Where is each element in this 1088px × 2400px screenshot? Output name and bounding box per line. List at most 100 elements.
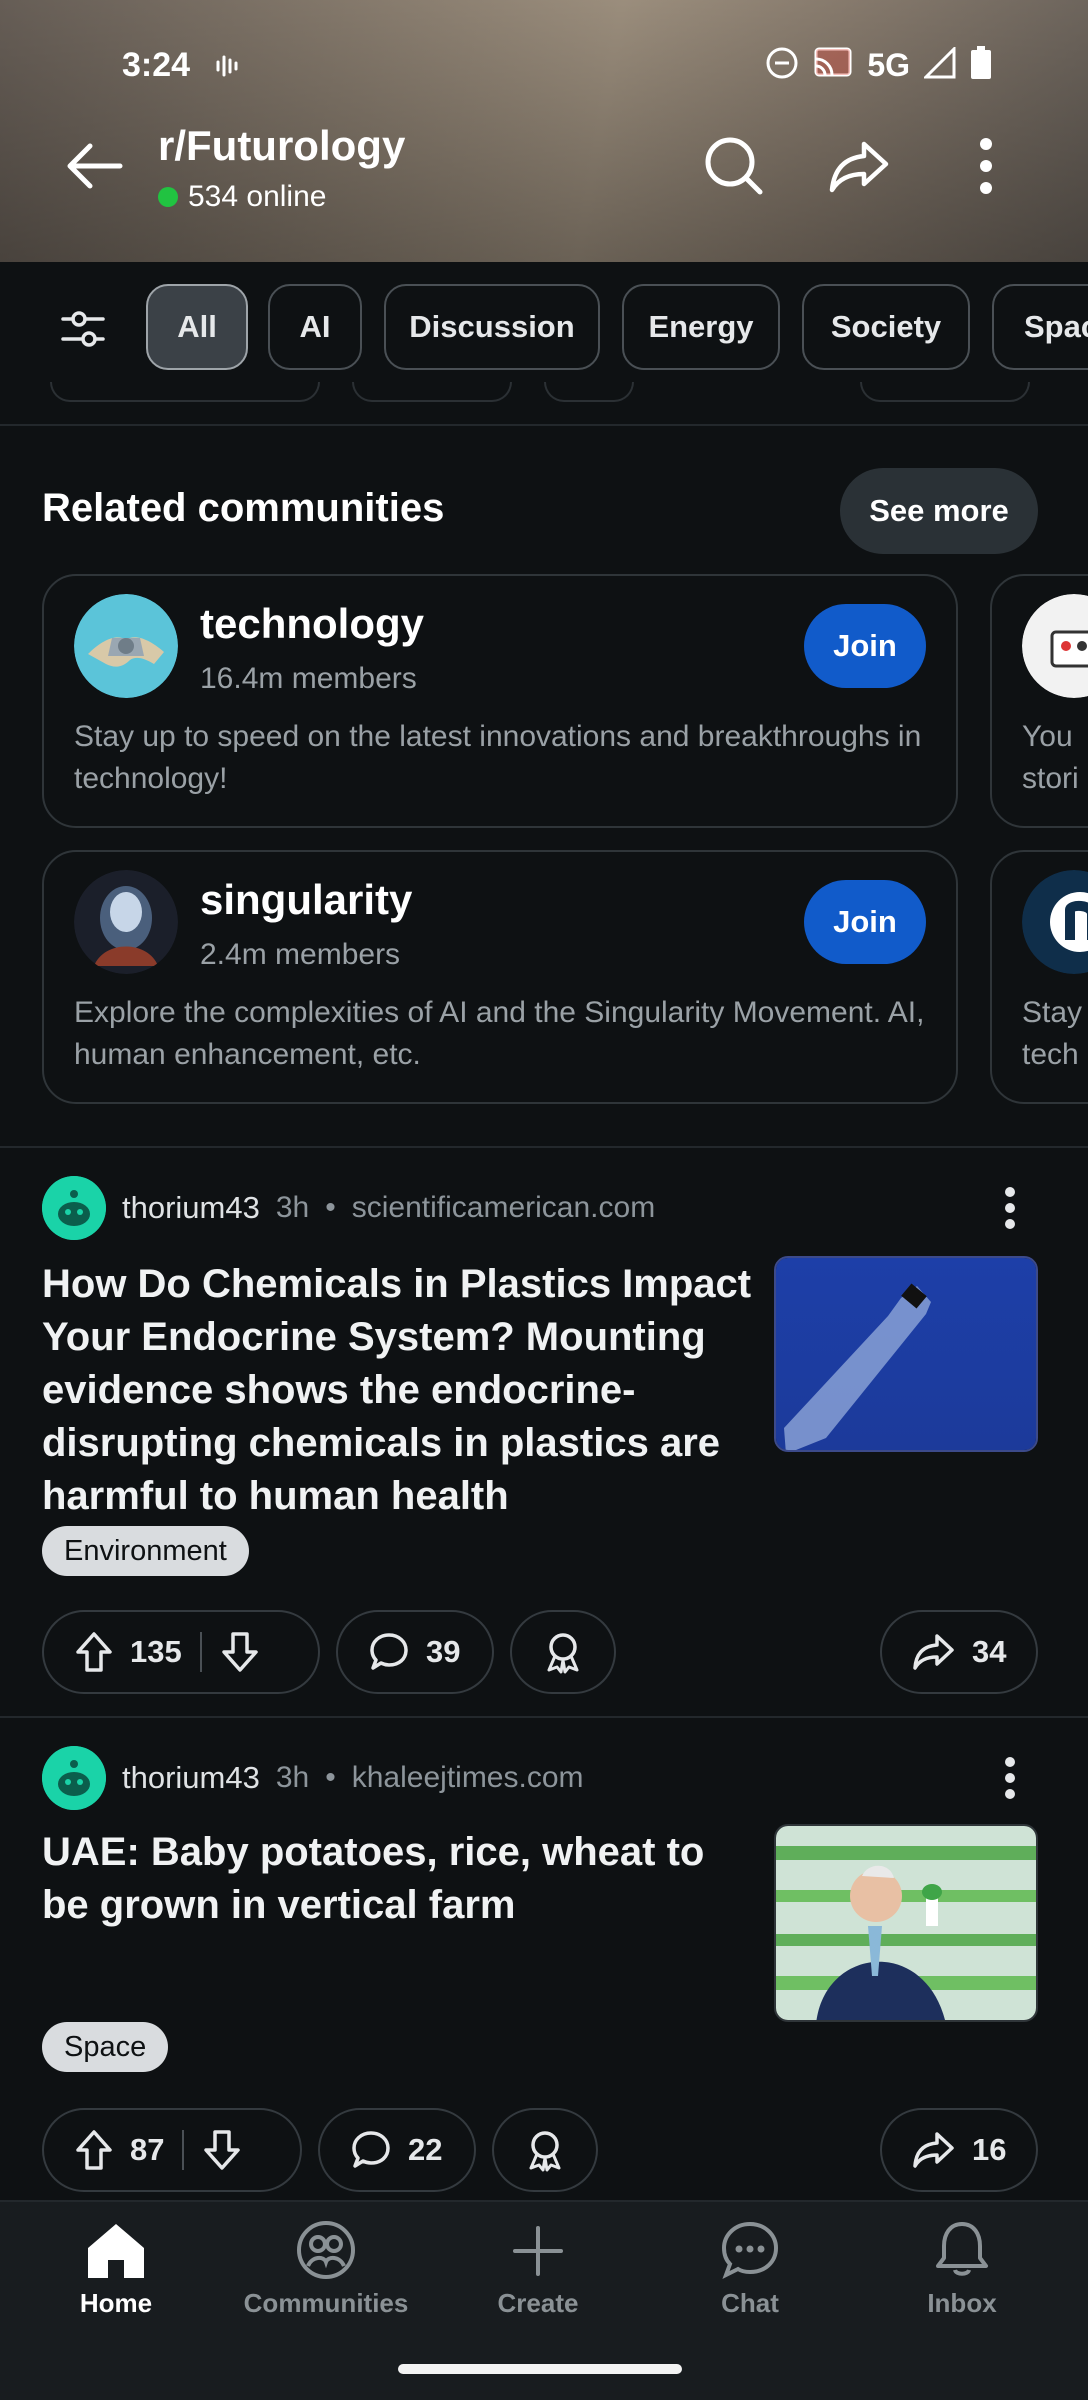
vote-count: 135 <box>130 1634 182 1669</box>
overflow-menu-button[interactable] <box>948 128 1024 204</box>
comments-button[interactable]: 39 <box>336 1610 494 1694</box>
status-bar: 3:24 5G <box>0 40 1088 96</box>
user-avatar[interactable] <box>42 1176 106 1240</box>
vote-pill: 135 <box>42 1610 320 1694</box>
comment-icon <box>370 1633 408 1670</box>
share-post-button[interactable]: 34 <box>880 1610 1038 1694</box>
share-count: 34 <box>972 1634 1007 1669</box>
downvote-button[interactable] <box>220 1630 260 1674</box>
see-more-button[interactable]: See more <box>840 468 1038 554</box>
share-icon <box>829 141 889 193</box>
peek-avatar <box>1022 870 1088 974</box>
community-card-peek[interactable]: You stori <box>990 574 1088 828</box>
flair-chip-discussion[interactable]: Discussion <box>384 284 600 370</box>
post-domain[interactable]: scientificamerican.com <box>352 1191 655 1225</box>
vote-count: 87 <box>130 2132 165 2167</box>
share-button[interactable] <box>822 128 898 204</box>
upvote-icon <box>76 2130 112 2170</box>
filter-sliders-icon <box>61 311 105 347</box>
cast-icon <box>813 46 853 85</box>
community-name: singularity <box>200 876 413 923</box>
more-vertical-icon <box>980 138 992 194</box>
post-flair[interactable]: Environment <box>42 1526 249 1576</box>
post-title[interactable]: How Do Chemicals in Plastics Impact Your… <box>42 1258 762 1523</box>
comments-button[interactable]: 22 <box>318 2108 476 2192</box>
battery-icon <box>970 46 992 85</box>
post-thumbnail[interactable] <box>774 1824 1038 2022</box>
search-button[interactable] <box>696 128 772 204</box>
bell-icon <box>936 2222 988 2276</box>
post-age: 3h <box>275 1761 310 1794</box>
filter-button[interactable] <box>50 296 116 362</box>
subreddit-name[interactable]: r/Futurology <box>158 122 405 170</box>
post-age: 3h <box>275 1191 310 1224</box>
search-icon <box>705 137 763 195</box>
signal-icon <box>922 45 956 84</box>
share-count: 16 <box>972 2132 1007 2167</box>
post-options-button[interactable] <box>980 1178 1040 1238</box>
vertical-farm-image <box>776 1826 1036 2020</box>
meta-separator: • <box>325 1191 336 1224</box>
back-button[interactable] <box>56 128 132 204</box>
technology-avatar <box>74 594 178 698</box>
header-nav: r/Futurology 534 online <box>0 110 1088 230</box>
community-card-technology[interactable]: technology 16.4m members Join Stay up to… <box>42 574 958 828</box>
post-title[interactable]: UAE: Baby potatoes, rice, wheat to be gr… <box>42 1826 762 1932</box>
post-flair[interactable]: Space <box>42 2022 169 2072</box>
status-icons: 5G <box>765 45 992 85</box>
community-members: 2.4m members <box>200 938 401 971</box>
post-options-button[interactable] <box>980 1748 1040 1808</box>
flair-chip-all[interactable]: All <box>146 284 248 370</box>
join-button[interactable]: Join <box>804 604 926 688</box>
snoo-icon <box>42 1176 106 1240</box>
post-thumbnail[interactable] <box>774 1256 1038 1452</box>
home-indicator[interactable] <box>398 2364 682 2374</box>
ghost-shape <box>860 382 1030 402</box>
user-avatar[interactable] <box>42 1746 106 1810</box>
audio-icon <box>214 52 242 85</box>
flair-chip-society[interactable]: Society <box>802 284 970 370</box>
subreddit-page: 3:24 5G r/Futurology 534 online All AI D… <box>0 0 1088 2400</box>
nav-label: Communities <box>243 2288 409 2318</box>
comment-count: 22 <box>408 2132 443 2167</box>
home-icon <box>88 2224 144 2278</box>
post-header: thorium43 3h • scientificamerican.com <box>42 1176 655 1240</box>
share-icon <box>913 1634 954 1670</box>
meta-separator: • <box>325 1761 336 1794</box>
more-vertical-icon <box>1005 1757 1015 1799</box>
divider <box>0 1716 1088 1718</box>
post-username[interactable]: thorium43 <box>122 1760 260 1796</box>
community-card-peek[interactable]: Stay tech <box>990 850 1088 1104</box>
vote-separator <box>199 1632 202 1672</box>
community-card-singularity[interactable]: singularity 2.4m members Join Explore th… <box>42 850 958 1104</box>
join-button[interactable]: Join <box>804 880 926 964</box>
ghost-shape <box>544 382 634 402</box>
flair-chip-space[interactable]: Spac <box>992 284 1088 370</box>
share-post-button[interactable]: 16 <box>880 2108 1038 2192</box>
nav-inbox[interactable]: Inbox <box>862 2220 1062 2340</box>
award-button[interactable] <box>492 2108 598 2192</box>
peek-description: You stori <box>1022 716 1079 800</box>
downvote-button[interactable] <box>202 2128 242 2172</box>
related-communities-title: Related communities <box>42 486 445 530</box>
nav-home[interactable]: Home <box>16 2220 216 2340</box>
plastic-bottle-image <box>776 1258 1036 1450</box>
peek-line: You <box>1022 720 1073 753</box>
post-username[interactable]: thorium43 <box>122 1190 260 1226</box>
nav-chat[interactable]: Chat <box>650 2220 850 2340</box>
flair-chip-energy[interactable]: Energy <box>622 284 780 370</box>
subreddit-header: 3:24 5G r/Futurology 534 online <box>0 0 1088 262</box>
vote-separator <box>182 2130 185 2170</box>
nav-communities[interactable]: Communities <box>226 2220 426 2340</box>
nav-label: Inbox <box>927 2288 997 2318</box>
award-button[interactable] <box>510 1610 616 1694</box>
community-description: Stay up to speed on the latest innovatio… <box>74 720 922 795</box>
nav-create[interactable]: Create <box>438 2220 638 2340</box>
post-domain[interactable]: khaleejtimes.com <box>352 1761 584 1795</box>
upvote-button[interactable] <box>74 1630 114 1674</box>
upvote-button[interactable] <box>74 2128 114 2172</box>
award-icon <box>547 1633 579 1674</box>
flair-chip-ai[interactable]: AI <box>268 284 362 370</box>
vote-pill: 87 <box>42 2108 302 2192</box>
singularity-avatar <box>74 870 178 974</box>
